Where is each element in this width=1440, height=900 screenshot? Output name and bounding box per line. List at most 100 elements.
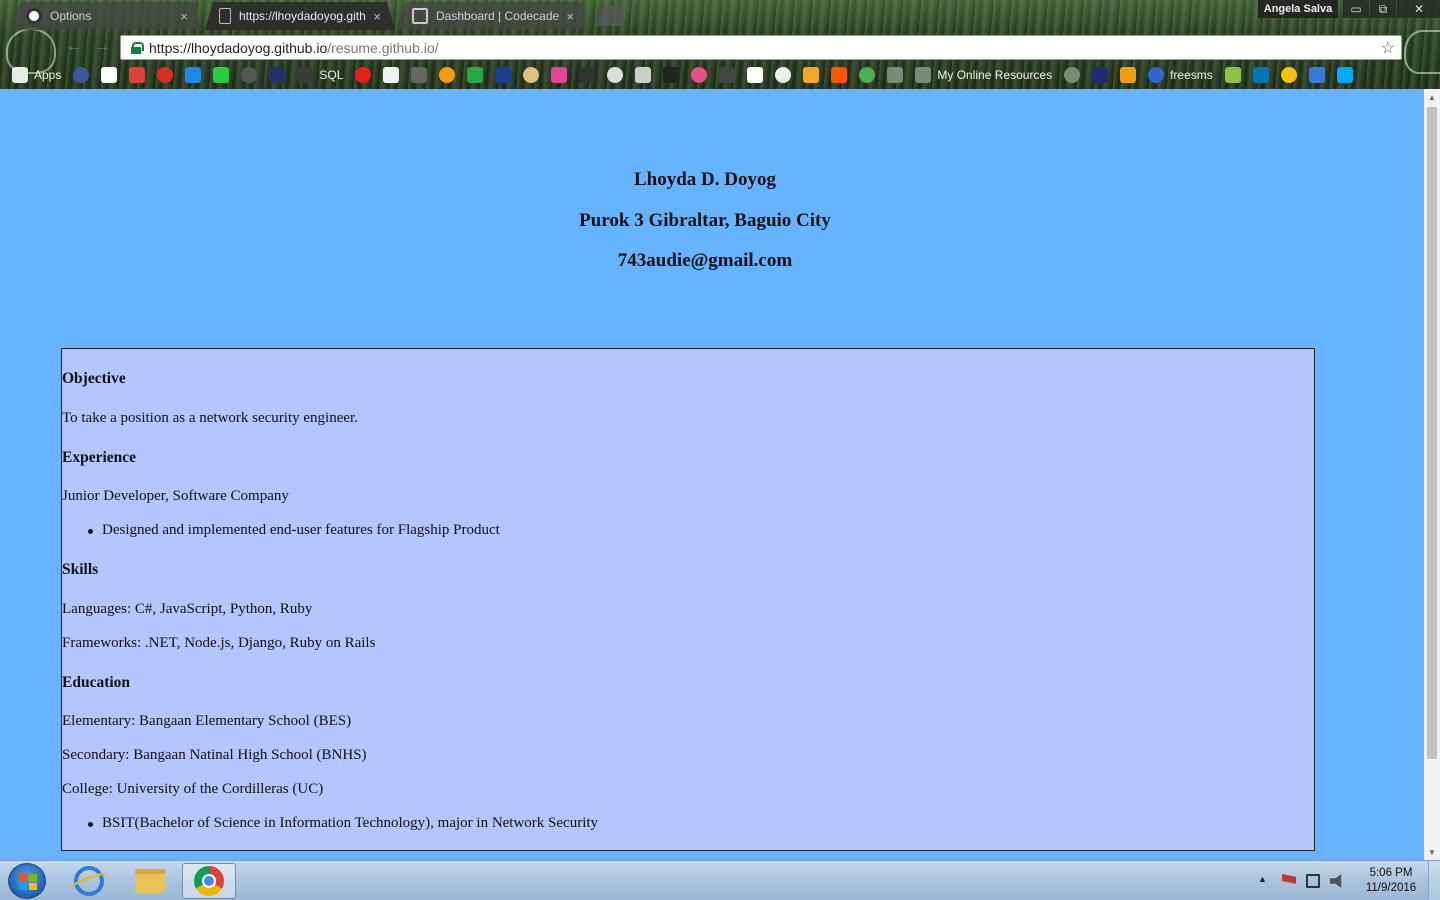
bookmark-item[interactable]: [579, 67, 596, 83]
bookmark-item[interactable]: [495, 67, 512, 83]
tab-codecademy[interactable]: Dashboard | Codecadem ×: [398, 2, 588, 30]
bookmark-item[interactable]: [1120, 67, 1137, 83]
bookmark-item[interactable]: [1280, 67, 1297, 83]
taskbar-file-explorer[interactable]: [123, 863, 177, 899]
codecademy-icon: [412, 8, 428, 24]
back-button[interactable]: ←: [66, 38, 82, 56]
bookmark-label: freesms: [1170, 68, 1213, 82]
minimize-button[interactable]: ▭: [1343, 0, 1369, 18]
bookmark-favicon-icon: [887, 67, 904, 83]
scroll-up-icon[interactable]: ▲: [1424, 89, 1440, 105]
show-desktop-button[interactable]: [1428, 861, 1440, 900]
resume-header: Lhoyda D. Doyog Purok 3 Gibraltar, Bagui…: [0, 168, 1410, 290]
bookmark-item[interactable]: [775, 67, 792, 83]
bookmark-item[interactable]: [241, 67, 258, 83]
url-path: /resume.github.io/: [327, 39, 439, 56]
bookmark-star-icon[interactable]: ☆: [1381, 38, 1395, 58]
clock-time: 5:06 PM: [1369, 867, 1413, 879]
resume-address: Purok 3 Gibraltar, Baguio City: [579, 209, 831, 231]
lock-icon: [131, 41, 144, 54]
bookmark-item[interactable]: [185, 67, 202, 83]
bookmark-item[interactable]: freesms: [1148, 67, 1213, 83]
bookmark-favicon-icon: [241, 67, 258, 83]
bookmark-item[interactable]: [467, 67, 484, 83]
profile-name[interactable]: Angela Salva: [1258, 0, 1338, 18]
bookmark-favicon-icon: [73, 67, 90, 83]
bookmark-favicon-icon: [1148, 67, 1165, 83]
close-icon[interactable]: ×: [180, 9, 188, 24]
bookmark-item[interactable]: [719, 67, 736, 83]
bookmark-item[interactable]: [269, 67, 286, 83]
vertical-scrollbar[interactable]: ▲ ▼: [1424, 89, 1440, 860]
bookmark-item[interactable]: [1336, 67, 1353, 83]
new-tab-button[interactable]: [596, 6, 628, 26]
action-center-flag-icon[interactable]: [1282, 874, 1296, 884]
bookmark-item[interactable]: [1252, 67, 1269, 83]
bookmark-item[interactable]: [213, 67, 230, 83]
tab-options[interactable]: Options ×: [12, 2, 202, 30]
bookmark-item[interactable]: [1308, 67, 1325, 83]
bookmark-favicon-icon: [1336, 67, 1353, 83]
start-button[interactable]: [8, 863, 46, 899]
bookmark-item[interactable]: [635, 67, 652, 83]
bookmark-item[interactable]: SQL: [297, 67, 343, 83]
bookmark-item[interactable]: [523, 67, 540, 83]
scrollbar-thumb[interactable]: [1427, 107, 1437, 759]
bookmark-favicon-icon: [383, 67, 400, 83]
show-hidden-icons-icon[interactable]: ▲: [1258, 874, 1272, 888]
bookmark-item[interactable]: Apps: [12, 67, 61, 83]
bookmark-favicon-icon: [747, 67, 764, 83]
scroll-down-icon[interactable]: ▼: [1424, 844, 1440, 860]
bookmark-item[interactable]: [803, 67, 820, 83]
bookmark-item[interactable]: [551, 67, 568, 83]
bookmark-item[interactable]: [691, 67, 708, 83]
bookmark-favicon-icon: [1092, 67, 1109, 83]
experience-heading: Experience: [62, 449, 137, 466]
bookmark-favicon-icon: [859, 67, 876, 83]
taskbar-internet-explorer[interactable]: [62, 863, 116, 899]
system-tray: ▲: [1258, 861, 1354, 900]
objective-text: To take a position as a network security…: [62, 410, 358, 426]
tab-resume[interactable]: https://lhoydadoyog.gith ×: [205, 2, 395, 30]
network-icon[interactable]: [1306, 874, 1320, 888]
bookmark-item[interactable]: [355, 67, 372, 83]
windows-taskbar: ▲ 5:06 PM 11/9/2016: [0, 860, 1440, 900]
bookmark-favicon-icon: [185, 67, 202, 83]
volume-muted-icon[interactable]: [1330, 874, 1342, 888]
bookmark-item[interactable]: [101, 67, 118, 83]
bookmark-item[interactable]: [1224, 67, 1241, 83]
bookmark-item[interactable]: [1092, 67, 1109, 83]
bookmark-item[interactable]: [831, 67, 848, 83]
bookmark-favicon-icon: [607, 67, 624, 83]
bookmark-favicon-icon: [101, 67, 118, 83]
bookmark-item[interactable]: [1064, 67, 1081, 83]
taskbar-chrome[interactable]: [182, 863, 236, 899]
bookmark-item[interactable]: [411, 67, 428, 83]
forward-button[interactable]: →: [94, 38, 110, 56]
education-secondary: Secondary: Bangaan Natinal High School (…: [62, 747, 367, 763]
bookmark-item[interactable]: [157, 67, 174, 83]
bookmark-item[interactable]: [73, 67, 90, 83]
address-bar[interactable]: https://lhoydadoyog.github.io/resume.git…: [120, 35, 1402, 60]
bookmark-item[interactable]: [129, 67, 146, 83]
bookmark-item[interactable]: [663, 67, 680, 83]
tab-title: Options: [50, 9, 92, 23]
bookmark-favicon-icon: [579, 67, 596, 83]
restore-button[interactable]: ⧉: [1370, 0, 1396, 18]
bookmark-item[interactable]: [607, 67, 624, 83]
bookmark-item[interactable]: [383, 67, 400, 83]
internet-explorer-icon: [74, 866, 104, 896]
skills-languages: Languages: C#, JavaScript, Python, Ruby: [62, 601, 313, 617]
close-icon[interactable]: ×: [373, 9, 381, 24]
close-icon[interactable]: ×: [566, 9, 574, 24]
bookmark-item[interactable]: [439, 67, 456, 83]
close-window-button[interactable]: ✕: [1397, 0, 1440, 18]
bookmark-favicon-icon: [213, 67, 230, 83]
bookmark-favicon-icon: [157, 67, 174, 83]
windows-logo-icon: [19, 874, 37, 890]
bookmark-item[interactable]: [887, 67, 904, 83]
taskbar-clock[interactable]: 5:06 PM 11/9/2016: [1356, 866, 1426, 896]
bookmark-item[interactable]: My Online Resources: [915, 67, 1052, 83]
bookmark-item[interactable]: [747, 67, 764, 83]
bookmark-item[interactable]: [859, 67, 876, 83]
